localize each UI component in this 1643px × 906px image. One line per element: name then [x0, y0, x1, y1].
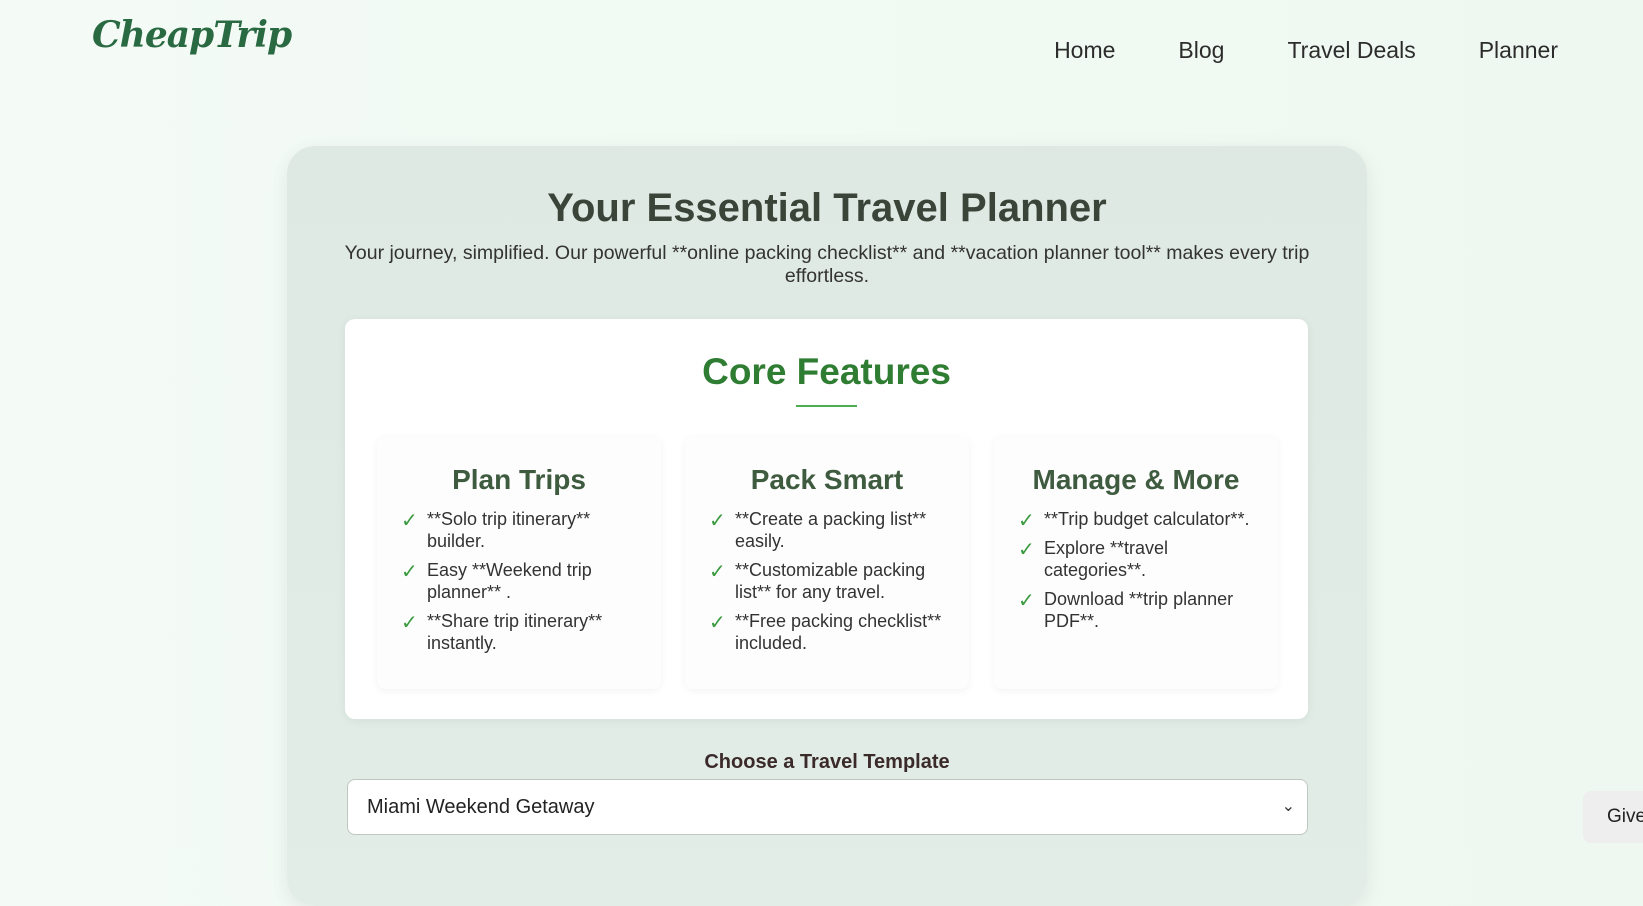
feature-list: ✓ **Trip budget calculator**. ✓ Explore **…: [1018, 508, 1258, 639]
list-item: ✓ Download **trip planner PDF**.: [1018, 589, 1234, 631]
page-subtitle: Your journey, simplified. Our powerful *…: [344, 242, 1310, 287]
feature-list: ✓ **Solo trip itinerary** builder. ✓ Easy …: [401, 508, 641, 661]
planner-card: Your Essential Travel Planner Your journ…: [287, 146, 1367, 906]
check-icon: ✓: [709, 612, 726, 634]
feature-heading: Plan Trips: [452, 464, 586, 495]
feature-heading: Manage & More: [1032, 464, 1240, 495]
check-icon: ✓: [1018, 539, 1035, 561]
feature-card-plan-trips: Plan Trips ✓ **Solo trip itinerary** buil…: [377, 436, 661, 689]
template-select[interactable]: Miami Weekend Getaway ⌄: [347, 779, 1308, 835]
feature-list: ✓ **Create a packing list** easily. ✓ **Cu…: [709, 508, 949, 661]
list-item: ✓ **Free packing checklist** included.: [709, 611, 942, 653]
check-icon: ✓: [1018, 590, 1035, 612]
features-divider: [796, 405, 857, 407]
nav-home[interactable]: Home: [1054, 37, 1115, 64]
list-item: ✓ **Trip budget calculator**.: [1018, 509, 1250, 532]
site-header: CheapTrip Home Blog Travel Deals Planner: [0, 0, 1643, 100]
feature-card-manage-more: Manage & More ✓ **Trip budget calculator*…: [994, 436, 1278, 689]
nav-travel-deals[interactable]: Travel Deals: [1287, 37, 1415, 64]
template-label: Choose a Travel Template: [704, 751, 950, 773]
chevron-down-icon: ⌄: [1281, 798, 1295, 815]
list-item: ✓ Easy **Weekend trip planner** .: [401, 560, 592, 602]
template-selected-value: Miami Weekend Getaway: [367, 796, 595, 818]
check-icon: ✓: [401, 612, 418, 634]
core-features-panel: Core Features Plan Trips ✓ **Solo trip it…: [345, 319, 1308, 719]
nav-planner[interactable]: Planner: [1479, 37, 1558, 64]
give-feedback-button[interactable]: Give: [1583, 791, 1643, 843]
check-icon: ✓: [401, 561, 418, 583]
feature-heading: Pack Smart: [750, 464, 904, 495]
list-item: ✓ Explore **travel categories**.: [1018, 538, 1169, 580]
check-icon: ✓: [401, 510, 418, 532]
logo[interactable]: CheapTrip: [92, 14, 292, 56]
check-icon: ✓: [709, 561, 726, 583]
nav-blog[interactable]: Blog: [1178, 37, 1224, 64]
list-item: ✓ **Customizable packing list** for any t…: [709, 560, 926, 602]
list-item: ✓ **Share trip itinerary** instantly.: [401, 611, 603, 653]
features-title: Core Features: [702, 351, 951, 392]
feature-card-pack-smart: Pack Smart ✓ **Create a packing list** ea…: [685, 436, 969, 689]
list-item: ✓ **Solo trip itinerary** builder.: [401, 509, 591, 551]
check-icon: ✓: [709, 510, 726, 532]
page-title: Your Essential Travel Planner: [547, 186, 1107, 230]
main-nav: Home Blog Travel Deals Planner: [991, 37, 1558, 64]
list-item: ✓ **Create a packing list** easily.: [709, 509, 927, 551]
check-icon: ✓: [1018, 510, 1035, 532]
